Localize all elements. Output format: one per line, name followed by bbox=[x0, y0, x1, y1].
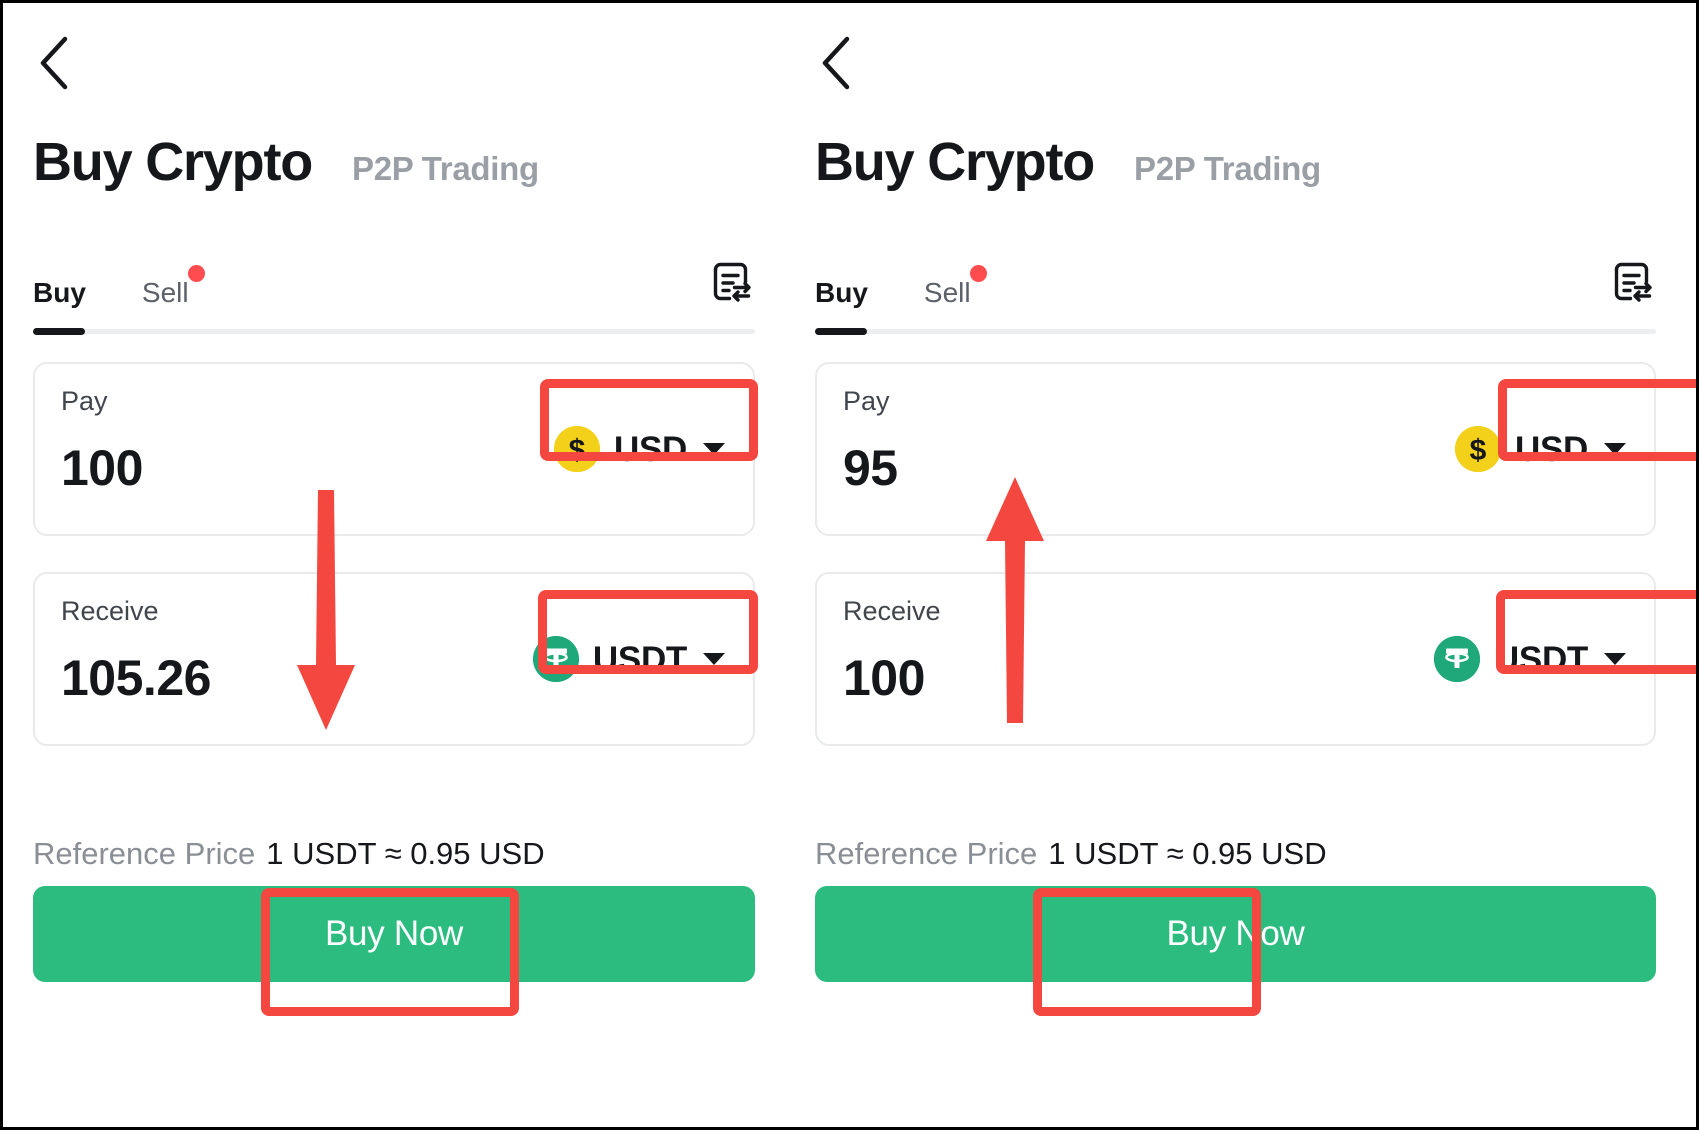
chevron-left-icon[interactable] bbox=[33, 33, 77, 93]
panel-after: Buy Crypto P2P Trading Buy Sell Pay 95 $… bbox=[785, 3, 1696, 1127]
reference-price-value: 1 USDT ≈ 0.95 USD bbox=[266, 836, 545, 871]
tether-coin-icon bbox=[532, 636, 579, 682]
chevron-left-icon[interactable] bbox=[815, 33, 859, 93]
reference-price-label: Reference Price bbox=[815, 836, 1038, 871]
page-subtitle: P2P Trading bbox=[352, 150, 539, 187]
tab-buy-label: Buy bbox=[815, 277, 868, 308]
pay-currency-selector[interactable]: $ USD bbox=[548, 420, 731, 478]
tab-active-indicator bbox=[815, 328, 867, 335]
tab-sell-notification-dot bbox=[969, 265, 987, 282]
tab-buy[interactable]: Buy bbox=[815, 279, 868, 307]
chevron-down-icon bbox=[1604, 653, 1626, 665]
buy-now-label: Buy Now bbox=[1166, 914, 1305, 953]
receive-label: Receive bbox=[61, 596, 159, 626]
tether-coin-icon bbox=[1433, 636, 1480, 682]
reference-price-value: 1 USDT ≈ 0.95 USD bbox=[1048, 836, 1327, 871]
back-row bbox=[33, 3, 755, 123]
receive-label: Receive bbox=[843, 596, 941, 626]
receive-currency-code: USDT bbox=[1493, 639, 1588, 679]
pay-label: Pay bbox=[61, 386, 108, 416]
pay-label: Pay bbox=[843, 386, 890, 416]
pay-currency-code: USD bbox=[614, 429, 687, 469]
amount-cards: Pay 100 $ USD Receive 105.26 USDT bbox=[33, 362, 758, 746]
tab-underline-track bbox=[815, 328, 1656, 335]
receive-card: Receive 105.26 USDT bbox=[33, 572, 758, 746]
screenshot-frame: Buy Crypto P2P Trading Buy Sell Pay 100 … bbox=[0, 0, 1699, 1130]
tab-sell[interactable]: Sell bbox=[141, 265, 205, 308]
chevron-down-icon bbox=[703, 653, 725, 665]
tabs-row: Buy Sell bbox=[33, 261, 755, 307]
tabs-row: Buy Sell bbox=[815, 261, 1656, 307]
buy-now-label: Buy Now bbox=[325, 914, 463, 953]
chevron-down-icon bbox=[703, 443, 725, 455]
tab-sell[interactable]: Sell bbox=[923, 265, 987, 308]
header-title-row: Buy Crypto P2P Trading bbox=[815, 135, 1656, 189]
dollar-coin-icon: $ bbox=[554, 426, 600, 472]
amount-cards: Pay 95 $ USD Receive 100 USDT bbox=[815, 362, 1696, 746]
dollar-coin-icon: $ bbox=[1455, 426, 1501, 472]
pay-card: Pay 100 $ USD bbox=[33, 362, 758, 536]
svg-text:$: $ bbox=[1470, 434, 1487, 467]
page-title: Buy Crypto bbox=[33, 132, 313, 192]
receive-currency-code: USDT bbox=[592, 639, 687, 679]
receive-currency-selector[interactable]: USDT bbox=[526, 630, 731, 688]
panel-container: Buy Crypto P2P Trading Buy Sell Pay 100 … bbox=[3, 3, 1696, 1127]
tab-sell-label: Sell bbox=[141, 277, 189, 308]
tab-sell-notification-dot bbox=[187, 265, 205, 282]
reference-price-row: Reference Price 1 USDT ≈ 0.95 USD bbox=[33, 838, 755, 869]
pay-currency-selector[interactable]: $ USD bbox=[1449, 420, 1632, 478]
tab-sell-label: Sell bbox=[923, 277, 971, 308]
tab-underline-track bbox=[33, 328, 755, 335]
tab-active-indicator bbox=[33, 328, 85, 335]
order-history-icon[interactable] bbox=[1610, 261, 1656, 307]
svg-text:$: $ bbox=[569, 434, 586, 467]
order-history-icon[interactable] bbox=[709, 261, 755, 307]
pay-currency-code: USD bbox=[1515, 429, 1588, 469]
back-row bbox=[815, 3, 1656, 123]
receive-currency-selector[interactable]: USDT bbox=[1427, 630, 1632, 688]
chevron-down-icon bbox=[1604, 443, 1626, 455]
header-title-row: Buy Crypto P2P Trading bbox=[33, 135, 755, 189]
buy-now-button[interactable]: Buy Now bbox=[33, 886, 755, 982]
receive-card: Receive 100 USDT bbox=[815, 572, 1696, 746]
tab-buy-label: Buy bbox=[33, 277, 86, 308]
tab-buy[interactable]: Buy bbox=[33, 279, 86, 307]
buy-now-button[interactable]: Buy Now bbox=[815, 886, 1656, 982]
page-subtitle: P2P Trading bbox=[1134, 150, 1321, 187]
reference-price-row: Reference Price 1 USDT ≈ 0.95 USD bbox=[815, 838, 1656, 869]
panel-before: Buy Crypto P2P Trading Buy Sell Pay 100 … bbox=[3, 3, 785, 1127]
reference-price-label: Reference Price bbox=[33, 836, 256, 871]
page-title: Buy Crypto bbox=[815, 132, 1095, 192]
pay-card: Pay 95 $ USD bbox=[815, 362, 1696, 536]
